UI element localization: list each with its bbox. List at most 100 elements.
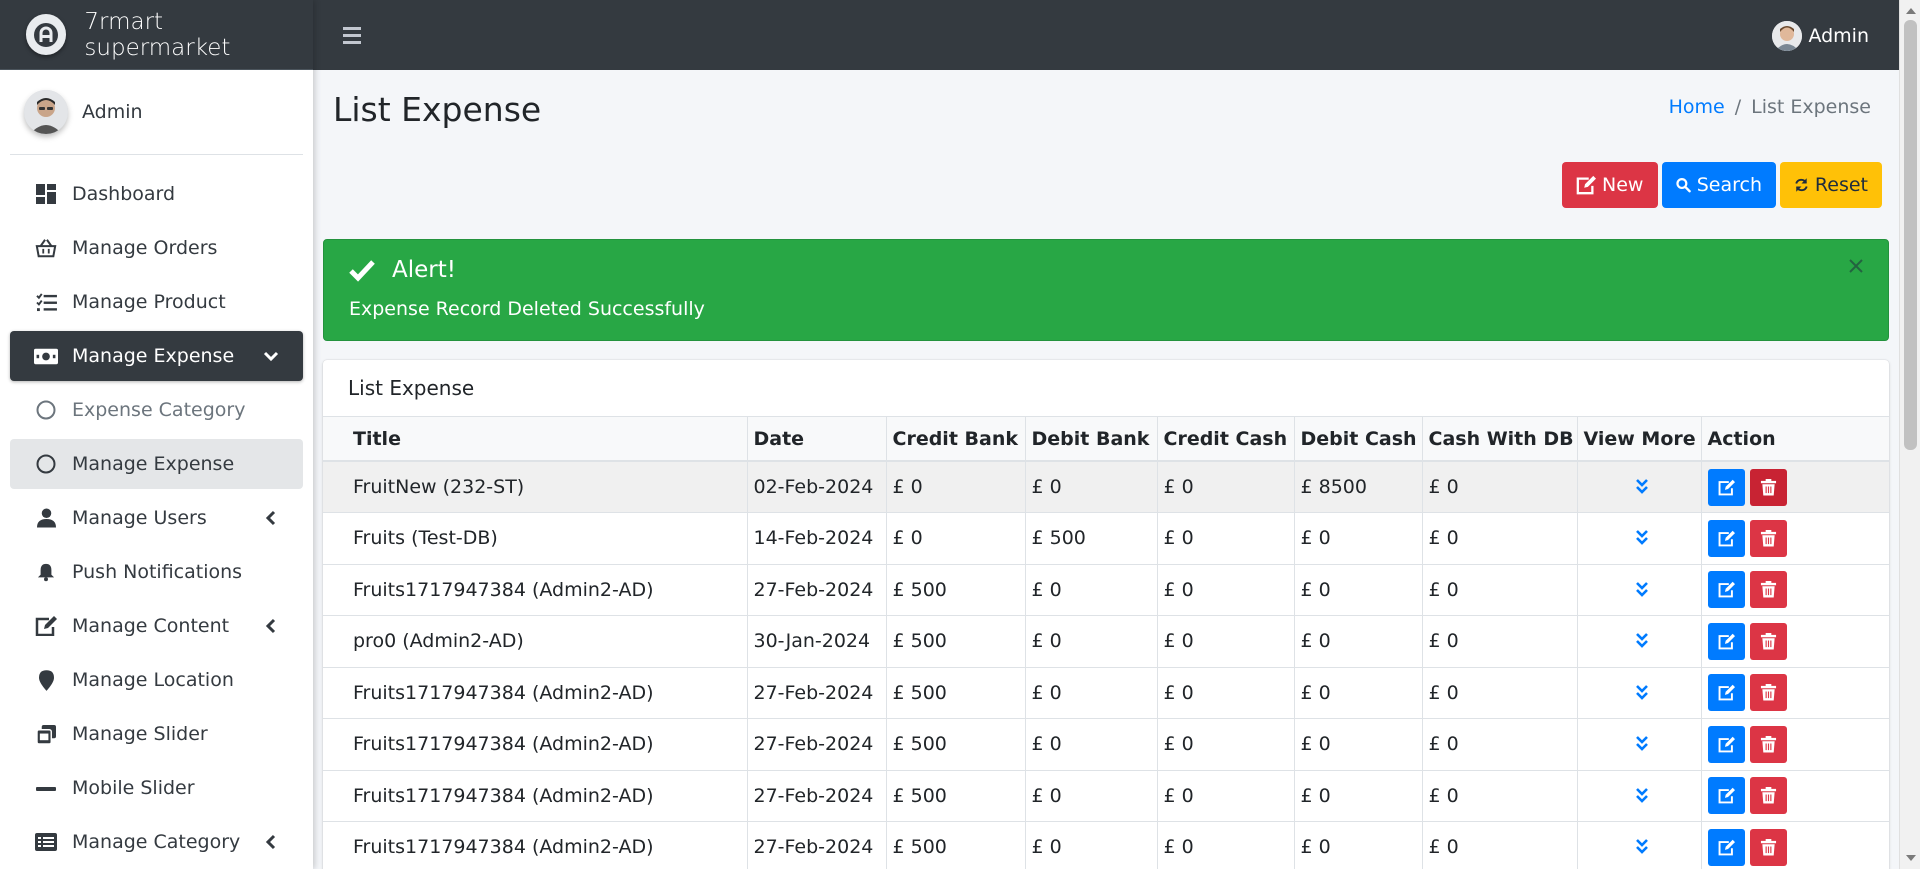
trash-icon <box>1760 735 1776 753</box>
edit-row-button[interactable] <box>1707 519 1745 557</box>
sidebar-item-manage-expense-parent[interactable]: Manage Expense <box>10 331 303 381</box>
brand-link[interactable]: 7rmart supermarket <box>0 0 313 70</box>
table-cell: 27-Feb-2024 <box>747 821 887 869</box>
edit-row-button[interactable] <box>1707 725 1745 763</box>
delete-row-button[interactable] <box>1749 777 1787 815</box>
edit-row-button[interactable] <box>1707 777 1745 815</box>
sidebar-item-manage-expense[interactable]: Manage Expense <box>10 439 303 489</box>
view-more-cell <box>1577 615 1702 668</box>
tasks-list-icon <box>34 290 58 314</box>
table-cell: £ 0 <box>886 512 1026 565</box>
view-more-cell <box>1577 770 1702 822</box>
sidebar-item-manage-users[interactable]: Manage Users <box>10 493 303 543</box>
angle-double-down-icon[interactable] <box>1634 838 1650 856</box>
search-button[interactable]: Search <box>1662 162 1776 208</box>
user-icon <box>34 506 58 530</box>
scroll-down-arrow-icon[interactable] <box>1906 855 1916 861</box>
table-cell: 02-Feb-2024 <box>747 461 887 513</box>
delete-row-button[interactable] <box>1749 725 1787 763</box>
table-cell: 27-Feb-2024 <box>747 718 887 771</box>
edit-row-button[interactable] <box>1707 828 1745 866</box>
user-panel[interactable]: Admin <box>10 70 303 155</box>
table-row: Fruits (Test-DB) 14-Feb-2024 £ 0 £ 500 £ 0 £ … <box>323 512 1889 565</box>
list-alt-icon <box>34 830 58 854</box>
angle-double-down-icon[interactable] <box>1634 632 1650 650</box>
edit-icon <box>1718 839 1735 856</box>
card-title: List Expense <box>323 360 1889 417</box>
sidebar-item-label: Manage Product <box>72 291 226 313</box>
delete-row-button[interactable] <box>1749 468 1787 506</box>
sidebar-item-push-notifications[interactable]: Push Notifications <box>10 547 303 597</box>
table-cell: 27-Feb-2024 <box>747 564 887 616</box>
top-user-menu[interactable]: Admin <box>1772 21 1869 51</box>
action-cell <box>1701 615 1889 668</box>
sidebar-item-manage-product[interactable]: Manage Product <box>10 277 303 327</box>
angle-double-down-icon[interactable] <box>1634 735 1650 753</box>
page-title: List Expense <box>333 90 542 129</box>
reset-button[interactable]: Reset <box>1780 162 1882 208</box>
column-header: Debit Cash <box>1294 417 1423 462</box>
sidebar-item-label: Manage Location <box>72 669 234 691</box>
action-cell <box>1701 821 1889 869</box>
angle-double-down-icon[interactable] <box>1634 787 1650 805</box>
sidebar-item-manage-category[interactable]: Manage Category <box>10 817 303 867</box>
edit-icon <box>1718 788 1735 804</box>
sidebar-item-manage-content[interactable]: Manage Content <box>10 601 303 651</box>
sidebar: 7rmart supermarket Admin Dashboard Manag… <box>0 0 313 869</box>
delete-row-button[interactable] <box>1749 674 1787 712</box>
edit-row-button[interactable] <box>1707 468 1745 506</box>
delete-row-button[interactable] <box>1749 622 1787 660</box>
chevron-left-icon <box>265 618 276 634</box>
edit-row-button[interactable] <box>1707 622 1745 660</box>
table-cell: £ 500 <box>886 718 1026 771</box>
table-cell: £ 0 <box>1294 564 1423 616</box>
sync-icon <box>1795 178 1808 192</box>
angle-double-down-icon[interactable] <box>1634 529 1650 547</box>
scrollbar-thumb[interactable] <box>1904 20 1917 450</box>
table-cell: £ 0 <box>1157 564 1295 616</box>
new-button[interactable]: New <box>1562 162 1658 208</box>
table-cell: £ 0 <box>1422 770 1578 822</box>
circle-icon <box>34 452 58 476</box>
sidebar-item-label: Manage Orders <box>72 237 218 259</box>
page-scrollbar[interactable] <box>1899 0 1920 869</box>
sidebar-item-manage-slider[interactable]: Manage Slider <box>10 709 303 759</box>
table-row: Fruits1717947384 (Admin2-AD) 27-Feb-2024 £… <box>323 770 1889 822</box>
sidebar-item-label: Manage Expense <box>72 345 235 367</box>
sidebar-item-dashboard[interactable]: Dashboard <box>10 169 303 219</box>
top-user-name: Admin <box>1808 25 1869 47</box>
edit-row-button[interactable] <box>1707 674 1745 712</box>
table-cell: £ 0 <box>1157 718 1295 771</box>
action-cell <box>1701 667 1889 719</box>
sidebar-item-label: Manage Expense <box>72 453 235 475</box>
edit-icon <box>1576 175 1596 195</box>
breadcrumb-home-link[interactable]: Home <box>1669 96 1725 118</box>
breadcrumb-current: List Expense <box>1751 96 1871 118</box>
sidebar-item-mobile-slider[interactable]: Mobile Slider <box>10 763 303 813</box>
table-row: Fruits1717947384 (Admin2-AD) 27-Feb-2024 £… <box>323 667 1889 719</box>
close-icon[interactable] <box>1848 258 1864 274</box>
scroll-up-arrow-icon[interactable] <box>1906 8 1916 14</box>
chevron-left-icon <box>265 510 276 526</box>
column-header: Date <box>747 417 887 462</box>
table-header-row: Title Date Credit Bank Debit Bank Credit… <box>323 417 1889 462</box>
angle-double-down-icon[interactable] <box>1634 478 1650 496</box>
sidebar-item-label: Manage Users <box>72 507 207 529</box>
hamburger-menu-icon[interactable] <box>341 24 363 46</box>
edit-icon <box>1718 479 1735 495</box>
check-icon <box>349 260 375 282</box>
delete-row-button[interactable] <box>1749 828 1787 866</box>
table-cell: £ 500 <box>886 615 1026 668</box>
table-cell: Fruits1717947384 (Admin2-AD) <box>323 770 748 822</box>
sidebar-item-manage-orders[interactable]: Manage Orders <box>10 223 303 273</box>
table-cell: £ 0 <box>1294 821 1423 869</box>
delete-row-button[interactable] <box>1749 571 1787 609</box>
angle-double-down-icon[interactable] <box>1634 581 1650 599</box>
sidebar-item-label: Manage Category <box>72 831 241 853</box>
table-cell: £ 0 <box>1025 461 1158 513</box>
delete-row-button[interactable] <box>1749 519 1787 557</box>
sidebar-item-manage-location[interactable]: Manage Location <box>10 655 303 705</box>
edit-row-button[interactable] <box>1707 571 1745 609</box>
angle-double-down-icon[interactable] <box>1634 684 1650 702</box>
sidebar-item-expense-category[interactable]: Expense Category <box>10 385 303 435</box>
